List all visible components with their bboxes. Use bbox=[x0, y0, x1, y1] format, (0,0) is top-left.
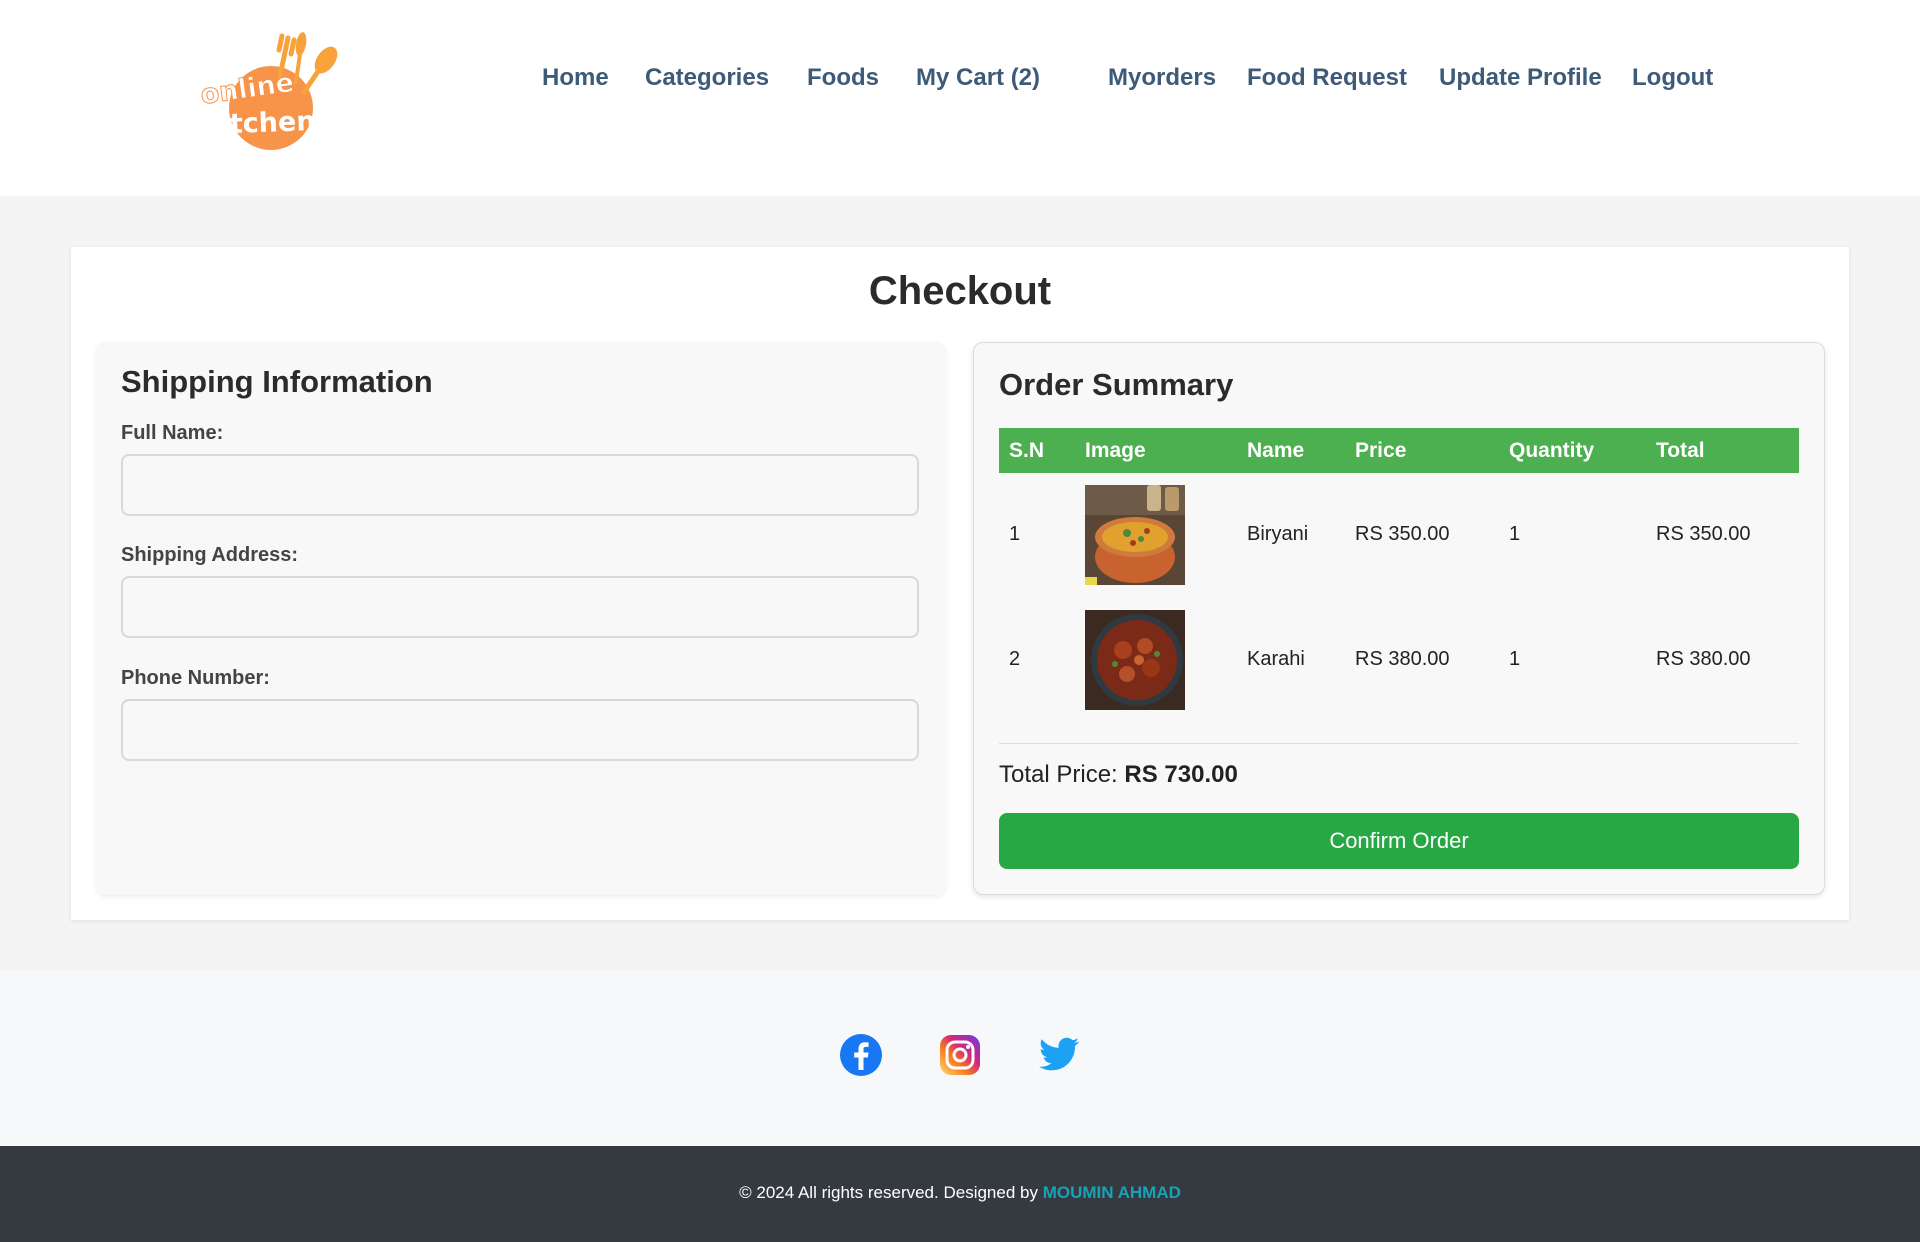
full-name-input[interactable] bbox=[121, 454, 919, 516]
table-header: S.N Image Name Price Quantity Total bbox=[999, 428, 1799, 473]
nav-update-profile[interactable]: Update Profile bbox=[1439, 64, 1602, 92]
nav-food-request[interactable]: Food Request bbox=[1247, 64, 1407, 92]
row-total: RS 350.00 bbox=[1656, 523, 1751, 545]
row-quantity: 1 bbox=[1509, 648, 1521, 670]
total-price-label: Total Price: bbox=[999, 761, 1118, 788]
total-divider bbox=[999, 743, 1799, 744]
nav-logout[interactable]: Logout bbox=[1632, 64, 1713, 92]
order-summary-title: Order Summary bbox=[999, 367, 1234, 402]
table-row: 2 Karahi RS 380.00 1 RS 380.00 bbox=[999, 598, 1799, 723]
footer-copyright-text: © 2024 All rights reserved. Designed by bbox=[739, 1183, 1038, 1202]
site-footer: © 2024 All rights reserved. Designed by … bbox=[0, 1146, 1920, 1242]
social-links bbox=[0, 970, 1920, 1146]
col-quantity: Quantity bbox=[1509, 439, 1595, 462]
total-price-value: RS 730.00 bbox=[1124, 761, 1238, 788]
full-name-label: Full Name: bbox=[121, 422, 224, 444]
facebook-icon[interactable] bbox=[838, 1032, 884, 1078]
nav-categories[interactable]: Categories bbox=[645, 64, 769, 92]
checkout-card: Checkout Shipping Information Full Name:… bbox=[71, 247, 1849, 920]
row-sn: 2 bbox=[1009, 648, 1021, 670]
confirm-order-button[interactable]: Confirm Order bbox=[999, 813, 1799, 869]
shipping-title: Shipping Information bbox=[121, 364, 433, 399]
logo-text-bottom: Kitchen bbox=[199, 106, 316, 141]
row-total: RS 380.00 bbox=[1656, 648, 1751, 670]
site-header: online Kitchen Home Categories Foods My … bbox=[0, 0, 1920, 196]
col-sn: S.N bbox=[1009, 439, 1045, 462]
biryani-photo bbox=[1085, 485, 1185, 585]
nav-home[interactable]: Home bbox=[542, 64, 609, 92]
twitter-icon[interactable] bbox=[1036, 1032, 1082, 1078]
footer-copyright: © 2024 All rights reserved. Designed by … bbox=[0, 1183, 1920, 1203]
online-kitchen-logo[interactable]: online Kitchen bbox=[196, 30, 346, 150]
nav-foods[interactable]: Foods bbox=[807, 64, 879, 92]
col-image: Image bbox=[1085, 439, 1146, 462]
row-price: RS 380.00 bbox=[1355, 648, 1450, 670]
row-quantity: 1 bbox=[1509, 523, 1521, 545]
col-total: Total bbox=[1656, 439, 1705, 462]
nav-myorders[interactable]: Myorders bbox=[1108, 64, 1216, 92]
instagram-icon[interactable] bbox=[937, 1032, 983, 1078]
table-row: 1 Biryani RS 350.00 1 RS 350.00 bbox=[999, 473, 1799, 598]
row-price: RS 350.00 bbox=[1355, 523, 1450, 545]
col-name: Name bbox=[1247, 439, 1305, 462]
col-price: Price bbox=[1355, 439, 1407, 462]
shipping-address-label: Shipping Address: bbox=[121, 544, 299, 566]
footer-designer-link[interactable]: MOUMIN AHMAD bbox=[1043, 1183, 1181, 1202]
row-sn: 1 bbox=[1009, 523, 1021, 545]
page-title: Checkout bbox=[868, 269, 1052, 313]
shipping-panel: Shipping Information Full Name: Shipping… bbox=[96, 342, 946, 895]
karahi-photo bbox=[1085, 610, 1185, 710]
nav-my-cart[interactable]: My Cart (2) bbox=[916, 64, 1040, 92]
order-summary-panel: Order Summary S.N Image Name Price Quant… bbox=[973, 342, 1825, 895]
phone-number-input[interactable] bbox=[121, 699, 919, 761]
row-name: Biryani bbox=[1247, 523, 1309, 545]
total-price: Total Price: RS 730.00 bbox=[999, 761, 1238, 789]
shipping-address-input[interactable] bbox=[121, 576, 919, 638]
row-name: Karahi bbox=[1247, 648, 1305, 670]
phone-number-label: Phone Number: bbox=[121, 667, 270, 689]
